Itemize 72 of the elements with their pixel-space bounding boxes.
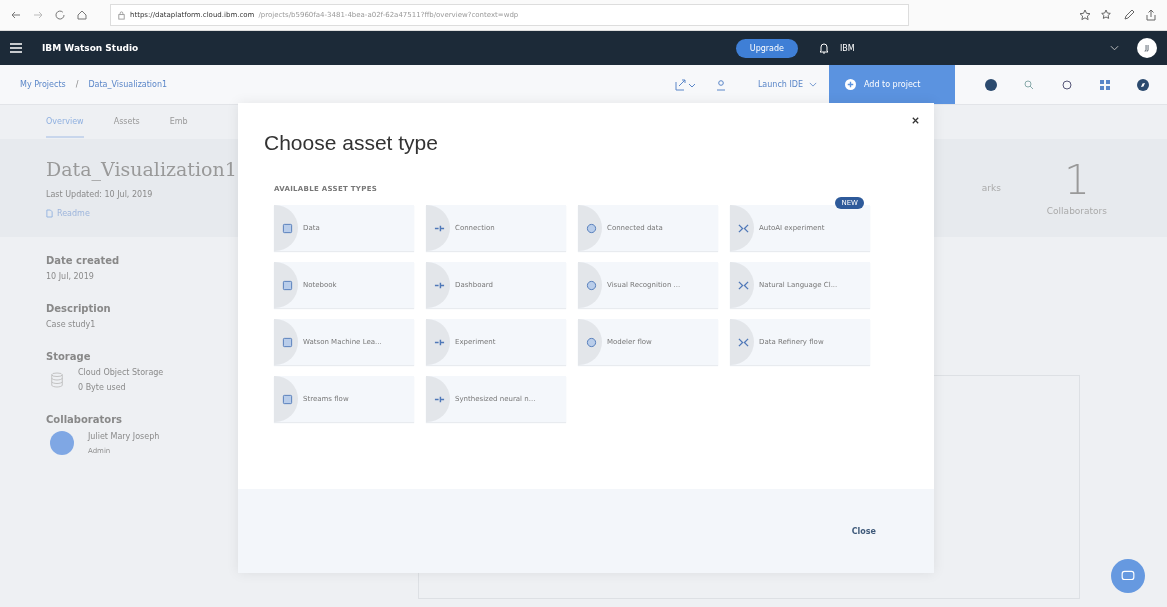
asset-icon (586, 222, 597, 234)
icon-background (426, 262, 450, 308)
storage-name: Cloud Object Storage (78, 368, 164, 377)
tab[interactable]: Emb (169, 117, 188, 136)
stat-value: 1 (1064, 160, 1090, 200)
share-icon[interactable] (673, 78, 696, 91)
lock-icon (117, 10, 126, 20)
icon-background (730, 205, 754, 251)
stat-label: Collaborators (1046, 206, 1107, 216)
asset-icon (282, 336, 293, 348)
icon-background (426, 205, 450, 251)
last-updated: Last Updated: 10 Jul, 2019 (46, 190, 154, 199)
avatar (50, 431, 74, 455)
asset-icon (282, 222, 293, 234)
search-icon[interactable] (1023, 78, 1035, 91)
icon-background (426, 319, 450, 365)
tab[interactable]: Assets (113, 117, 140, 136)
chevron-down-icon[interactable] (1110, 45, 1119, 51)
database-icon (50, 372, 64, 388)
favorites-icon[interactable] (1101, 9, 1113, 21)
icon-background (426, 376, 450, 422)
document-icon (46, 209, 53, 218)
asset-icon (586, 279, 597, 291)
icon-background (578, 205, 602, 251)
asset-icon (282, 393, 293, 405)
detail-value: 10 Jul, 2019 (46, 272, 95, 281)
close-button[interactable]: Close (845, 525, 882, 537)
refresh-icon[interactable] (54, 9, 66, 21)
asset-icon (282, 279, 293, 291)
asset-icon (738, 279, 749, 291)
project-title: Data_Visualization1 (46, 158, 237, 180)
detail-heading: Collaborators (46, 414, 124, 425)
icon-background (274, 319, 298, 365)
account-name[interactable]: IBM (840, 43, 1100, 53)
back-icon[interactable] (10, 9, 22, 21)
chevron-down-icon (809, 82, 817, 87)
storage-used: 0 Byte used (78, 383, 127, 392)
upgrade-button[interactable]: Upgrade (735, 38, 798, 58)
launch-ide-button[interactable]: Launch IDE (751, 79, 823, 90)
asset-icon (738, 222, 749, 234)
icon-background (274, 205, 298, 251)
icon-background (578, 319, 602, 365)
collaborator-name: Juliet Mary Joseph (88, 431, 160, 441)
menu-icon[interactable] (10, 43, 22, 53)
detail-value: Case study1 (46, 320, 97, 329)
breadcrumb-link[interactable]: My Projects (20, 80, 66, 89)
dialog-title: Choose asset type (264, 131, 439, 155)
close-icon[interactable] (911, 116, 920, 125)
notification-icon[interactable] (818, 42, 830, 54)
share-icon[interactable] (1145, 9, 1157, 21)
compass-icon[interactable] (1137, 78, 1149, 91)
breadcrumb-separator: / (75, 80, 79, 89)
detail-heading: Description (46, 303, 112, 314)
stat-label: arks (981, 183, 1001, 193)
detail-heading: Date created (46, 255, 121, 266)
icon-background (274, 262, 298, 308)
asset-icon (586, 336, 597, 348)
star-icon[interactable] (1079, 9, 1091, 21)
icon-background (730, 319, 754, 365)
detail-heading: Storage (46, 351, 92, 362)
grid-icon[interactable] (1099, 78, 1111, 91)
breadcrumb-current: Data_Visualization1 (88, 80, 168, 89)
product-name: IBM Watson Studio (42, 43, 139, 53)
icon-background (730, 262, 754, 308)
icon-background (578, 262, 602, 308)
home-icon[interactable] (76, 9, 88, 21)
add-to-project-button[interactable]: Add to project (829, 65, 955, 104)
plus-icon (845, 79, 856, 90)
pen-icon[interactable] (1123, 9, 1135, 21)
asset-icon (738, 336, 749, 348)
chat-button[interactable] (1111, 559, 1145, 593)
icon-background (274, 376, 298, 422)
